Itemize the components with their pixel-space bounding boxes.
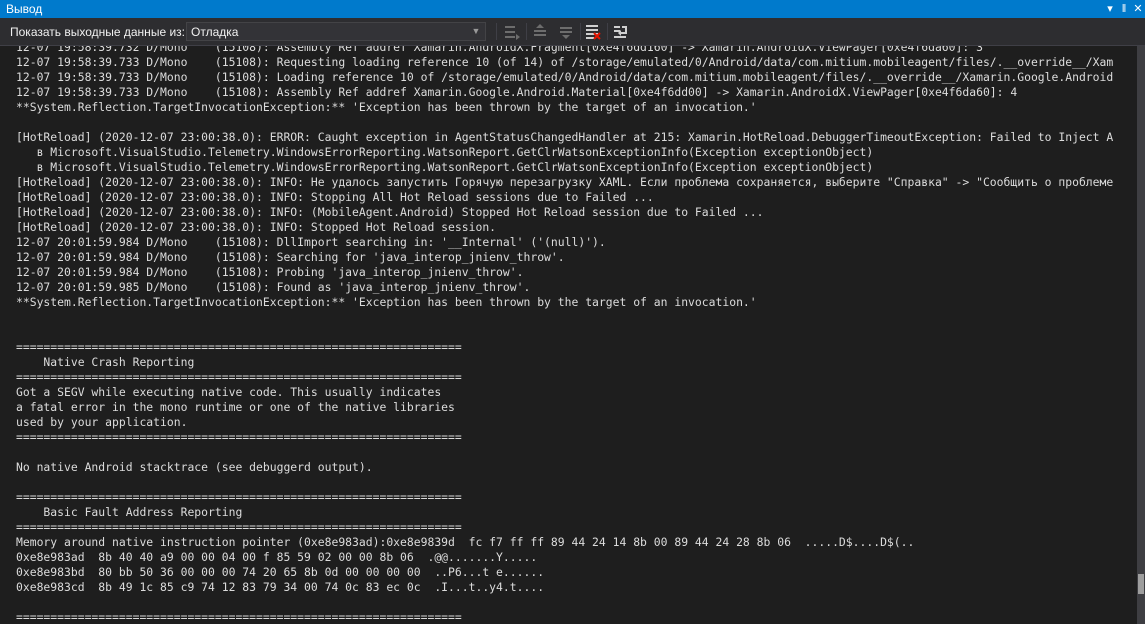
go-to-previous-icon[interactable] [530,22,550,42]
output-line: [HotReload] (2020-12-07 23:00:38.0): INF… [16,190,654,204]
output-line: 12-07 19:58:39.733 D/Mono (15108): Reque… [16,55,1114,69]
output-line: 12-07 20:01:59.984 D/Mono (15108): Probi… [16,265,524,279]
show-output-from-label: Показать выходные данные из: [10,25,185,39]
output-line: [HotReload] (2020-12-07 23:00:38.0): INF… [16,175,1114,189]
output-line: 12-07 19:58:39.733 D/Mono (15108): Assem… [16,85,1018,99]
output-line: ========================================… [16,610,462,624]
output-line: ========================================… [16,340,462,354]
title-bar: Вывод ▾ ‖ ✕ [0,0,1145,18]
output-text: 12-07 19:58:39.732 D/Mono (15108): Assem… [16,46,1113,624]
clear-all-icon[interactable] [583,22,603,42]
window-title: Вывод [6,2,43,16]
toolbar-separator [580,23,581,40]
output-line: Native Crash Reporting [16,355,195,369]
output-line: ========================================… [16,520,462,534]
toolbar-separator [526,23,527,40]
toolbar-separator [607,23,608,40]
output-pane[interactable]: 12-07 19:58:39.732 D/Mono (15108): Assem… [0,46,1137,624]
output-line: **System.Reflection.TargetInvocationExce… [16,295,757,309]
find-message-icon[interactable] [502,22,522,42]
output-line: Basic Fault Address Reporting [16,505,243,519]
output-line: 0xe8e983cd 8b 49 1c 85 c9 74 12 83 79 34… [16,580,545,594]
output-line: [HotReload] (2020-12-07 23:00:38.0): ERR… [16,130,1114,144]
output-line: 12-07 20:01:59.984 D/Mono (15108): Searc… [16,250,565,264]
output-source-value: Отладка [191,25,239,39]
output-toolbar: Показать выходные данные из: Отладка ▼ [0,18,1145,46]
output-line: в Microsoft.VisualStudio.Telemetry.Windo… [16,160,874,174]
output-source-select[interactable]: Отладка ▼ [186,22,486,41]
scrollbar-thumb[interactable] [1138,574,1144,594]
output-line: в Microsoft.VisualStudio.Telemetry.Windo… [16,145,874,159]
output-line: ========================================… [16,490,462,504]
output-line: No native Android stacktrace (see debugg… [16,460,373,474]
output-line: 12-07 20:01:59.985 D/Mono (15108): Found… [16,280,531,294]
toolbar-separator [496,23,497,40]
go-to-next-icon[interactable] [556,22,576,42]
output-line: ========================================… [16,430,462,444]
close-icon[interactable]: ✕ [1130,1,1145,17]
output-line: ========================================… [16,370,462,384]
vertical-scrollbar[interactable] [1137,46,1145,624]
chevron-down-icon[interactable]: ▼ [469,23,483,40]
output-line: Memory around native instruction pointer… [16,535,915,549]
output-line: a fatal error in the mono runtime or one… [16,400,455,414]
output-line: 12-07 20:01:59.984 D/Mono (15108): DllIm… [16,235,606,249]
output-line: [HotReload] (2020-12-07 23:00:38.0): INF… [16,205,764,219]
output-line: 12-07 19:58:39.733 D/Mono (15108): Loadi… [16,70,1114,84]
output-line: 12-07 19:58:39.732 D/Mono (15108): Assem… [16,46,983,54]
output-line: Got a SEGV while executing native code. … [16,385,442,399]
output-line: [HotReload] (2020-12-07 23:00:38.0): INF… [16,220,497,234]
output-line: 0xe8e983ad 8b 40 40 a9 00 00 04 00 f 85 … [16,550,538,564]
output-line: used by your application. [16,415,188,429]
output-line: 0xe8e983bd 80 bb 50 36 00 00 00 74 20 65… [16,565,545,579]
toggle-word-wrap-icon[interactable] [611,22,631,42]
output-line: **System.Reflection.TargetInvocationExce… [16,100,757,114]
